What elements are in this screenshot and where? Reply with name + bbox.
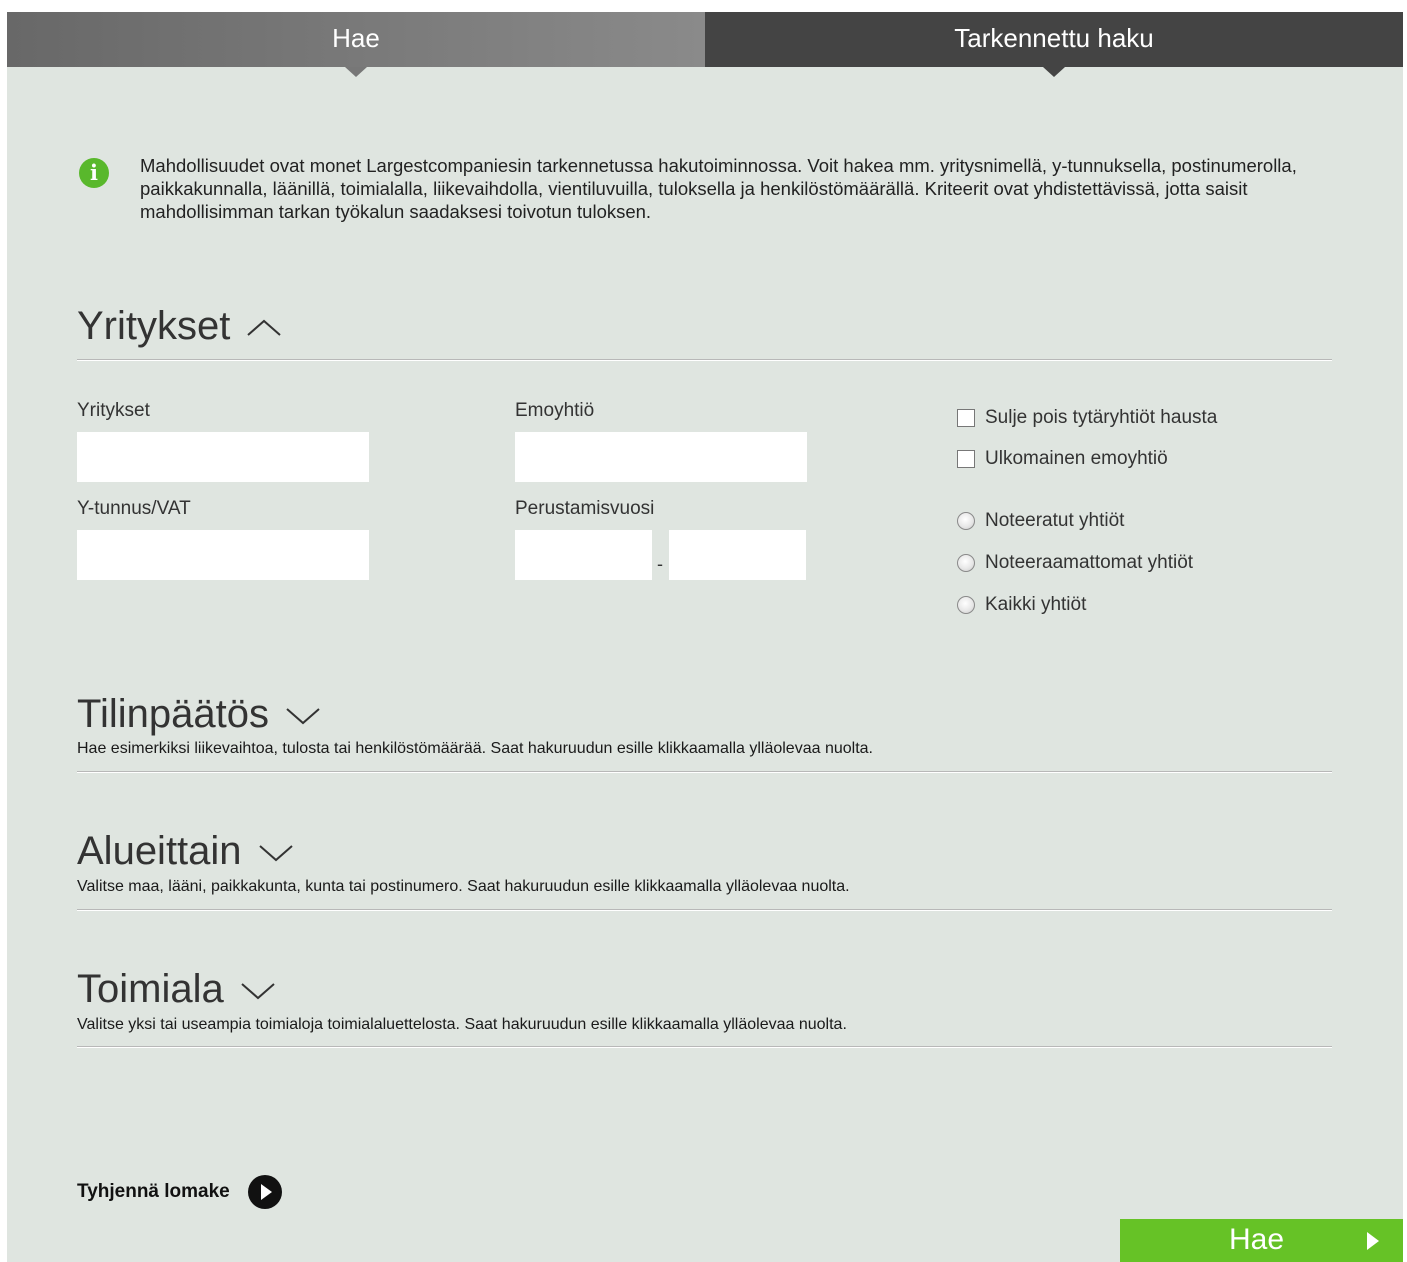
founded-year-from-input[interactable] <box>515 530 652 580</box>
submit-label: Hae <box>1229 1223 1285 1256</box>
chevron-down-icon[interactable] <box>285 704 321 726</box>
section-regions-title: Alueittain <box>77 829 242 873</box>
tab-bar: Hae Tarkennettu haku <box>7 12 1403 77</box>
tab-pointer-icon <box>1043 67 1065 77</box>
vat-input[interactable] <box>77 530 369 580</box>
section-divider <box>77 909 1332 911</box>
parent-company-label: Emoyhtiö <box>515 400 595 421</box>
radio-listed-label: Noteeratut yhtiöt <box>985 510 1125 531</box>
radio-unlisted-label: Noteeraamattomat yhtiöt <box>985 552 1194 573</box>
tab-advanced-search[interactable]: Tarkennettu haku <box>705 12 1403 77</box>
section-divider <box>77 359 1332 361</box>
section-industry-description: Valitse yksi tai useampia toimialoja toi… <box>77 1016 847 1033</box>
founded-year-to-input[interactable] <box>669 530 806 580</box>
arrow-right-circle-icon[interactable] <box>247 1175 282 1209</box>
section-divider <box>77 771 1332 773</box>
section-companies-toggle[interactable]: Yritykset <box>77 304 282 349</box>
radio-all-companies[interactable]: Kaikki yhtiöt <box>957 594 1086 616</box>
exclude-subsidiaries-label: Sulje pois tytäryhtiöt hausta <box>985 407 1218 428</box>
chevron-down-icon[interactable] <box>258 841 294 863</box>
info-icon: i <box>79 158 109 188</box>
advanced-search-panel: Hae Tarkennettu haku i Mahdollisuudet ov… <box>7 12 1403 1262</box>
checkbox-box[interactable] <box>957 409 975 427</box>
founded-year-label: Perustamisvuosi <box>515 498 655 519</box>
tab-pointer-icon <box>345 67 367 77</box>
radio-listed-companies[interactable]: Noteeratut yhtiöt <box>957 510 1124 532</box>
chevron-up-icon[interactable] <box>246 316 282 338</box>
radio-all-label: Kaikki yhtiöt <box>985 594 1087 615</box>
foreign-parent-checkbox[interactable]: Ulkomainen emoyhtiö <box>957 448 1168 470</box>
company-name-input[interactable] <box>77 432 369 482</box>
clear-form-link[interactable]: Tyhjennä lomake <box>77 1175 282 1209</box>
tab-search-label: Hae <box>332 23 380 53</box>
clear-form-label: Tyhjennä lomake <box>77 1181 230 1202</box>
company-name-label: Yritykset <box>77 400 150 421</box>
radio-button[interactable] <box>957 554 975 572</box>
radio-unlisted-companies[interactable]: Noteeraamattomat yhtiöt <box>957 552 1193 574</box>
foreign-parent-label: Ulkomainen emoyhtiö <box>985 448 1168 469</box>
parent-company-input[interactable] <box>515 432 807 482</box>
section-financials-toggle[interactable]: Tilinpäätös <box>77 692 321 737</box>
radio-button[interactable] <box>957 596 975 614</box>
section-regions-toggle[interactable]: Alueittain <box>77 829 294 874</box>
tab-advanced-search-label: Tarkennettu haku <box>954 23 1154 53</box>
exclude-subsidiaries-checkbox[interactable]: Sulje pois tytäryhtiöt hausta <box>957 407 1217 429</box>
section-divider <box>77 1046 1332 1048</box>
section-financials-title: Tilinpäätös <box>77 692 269 736</box>
section-regions-description: Valitse maa, lääni, paikkakunta, kunta t… <box>77 878 850 895</box>
section-industry-title: Toimiala <box>77 967 224 1011</box>
section-industry-toggle[interactable]: Toimiala <box>77 967 276 1012</box>
chevron-down-icon[interactable] <box>240 979 276 1001</box>
info-box: i Mahdollisuudet ovat monet Largestcompa… <box>79 154 1319 223</box>
range-separator: - <box>657 554 663 574</box>
checkbox-box[interactable] <box>957 450 975 468</box>
play-arrow-icon <box>1367 1232 1379 1250</box>
section-financials-description: Hae esimerkiksi liikevaihtoa, tulosta ta… <box>77 740 873 757</box>
submit-search-button[interactable]: Hae <box>1120 1219 1403 1262</box>
vat-label: Y-tunnus/VAT <box>77 498 191 519</box>
info-text: Mahdollisuudet ovat monet Largestcompani… <box>140 155 1297 222</box>
radio-button[interactable] <box>957 512 975 530</box>
tab-search[interactable]: Hae <box>7 12 705 77</box>
section-companies-title: Yritykset <box>77 304 231 348</box>
